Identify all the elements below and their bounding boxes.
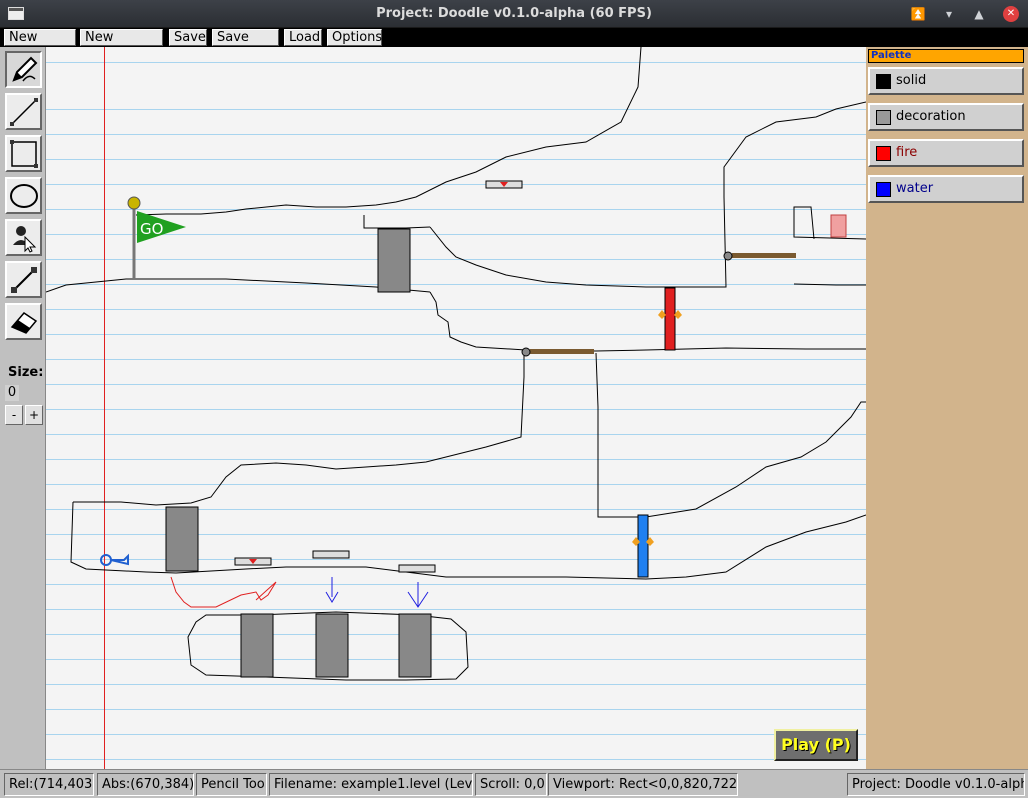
swatch-label: solid <box>896 73 927 88</box>
menu-bar: New Level New Doodad Save Save as... Loa… <box>0 28 1028 60</box>
rect-tool-button[interactable] <box>5 135 42 172</box>
palette-swatch-decoration[interactable]: decoration <box>868 103 1024 131</box>
status-bar: Rel:(714,403) Abs:(670,384) Pencil Tool … <box>0 769 1028 798</box>
size-decrement-button[interactable]: - <box>5 405 23 425</box>
line-icon <box>9 97 38 126</box>
actor-tool-button[interactable] <box>5 219 42 256</box>
title-bar: Project: Doodle v0.1.0-alpha (60 FPS) ⏫ … <box>0 0 1028 28</box>
play-button[interactable]: Play (P) <box>774 729 858 761</box>
size-label: Size: <box>8 365 44 380</box>
swatch-label: fire <box>896 145 918 160</box>
eraser-tool-button[interactable] <box>5 303 42 340</box>
status-project: Project: Doodle v0.1.0-alpha <box>847 773 1025 796</box>
new-level-button[interactable]: New Level <box>4 29 76 60</box>
palette-swatch-water[interactable]: water <box>868 175 1024 203</box>
size-value: 0 <box>5 385 19 401</box>
tool-sidebar: Size: 0 - + <box>0 47 46 769</box>
status-rel: Rel:(714,403) <box>4 773 94 796</box>
options-button[interactable]: Options <box>327 29 382 46</box>
swatch-chip <box>876 146 891 161</box>
ellipse-icon <box>9 183 38 208</box>
shade-icon[interactable]: ⏫ <box>910 6 926 22</box>
swatch-chip <box>876 74 891 89</box>
palette-swatch-fire[interactable]: fire <box>868 139 1024 167</box>
minimize-icon[interactable]: ▾ <box>941 6 957 22</box>
pencil-tool-button[interactable] <box>5 51 42 88</box>
swatch-chip <box>876 182 891 197</box>
line-tool-button[interactable] <box>5 93 42 130</box>
window-title: Project: Doodle v0.1.0-alpha (60 FPS) <box>376 6 652 21</box>
swatch-chip <box>876 110 891 125</box>
palette-panel: Palette solid decoration fire water <box>866 47 1028 769</box>
load-button[interactable]: Load <box>284 29 322 46</box>
status-scroll: Scroll: 0,0 <box>475 773 547 796</box>
level-drawing: GO <box>46 47 866 681</box>
save-button[interactable]: Save <box>169 29 207 46</box>
palette-header: Palette <box>868 49 1024 63</box>
go-flag-text: GO <box>140 220 163 238</box>
actor-select-icon <box>12 225 36 253</box>
size-increment-button[interactable]: + <box>25 405 43 425</box>
link-icon <box>10 266 37 293</box>
status-abs: Abs:(670,384) <box>97 773 194 796</box>
ellipse-tool-button[interactable] <box>5 177 42 214</box>
rectangle-icon <box>9 139 38 168</box>
level-canvas[interactable]: GO Play (P) <box>46 47 866 769</box>
save-as-button[interactable]: Save as... <box>212 29 279 60</box>
palette-title: Palette <box>871 50 912 61</box>
maximize-icon[interactable]: ▲ <box>971 6 987 22</box>
new-doodad-button[interactable]: New Doodad <box>80 29 163 60</box>
close-icon[interactable]: ✕ <box>1003 6 1019 22</box>
pencil-icon <box>11 56 37 82</box>
swatch-label: decoration <box>896 109 966 124</box>
link-tool-button[interactable] <box>5 261 42 298</box>
status-tool: Pencil Tool <box>196 773 267 796</box>
status-viewport: Viewport: Rect<0,0,820,722> <box>548 773 738 796</box>
status-filename: Filename: example1.level (Level) <box>269 773 473 796</box>
swatch-label: water <box>896 181 934 196</box>
eraser-icon <box>10 311 37 334</box>
palette-swatch-solid[interactable]: solid <box>868 67 1024 95</box>
